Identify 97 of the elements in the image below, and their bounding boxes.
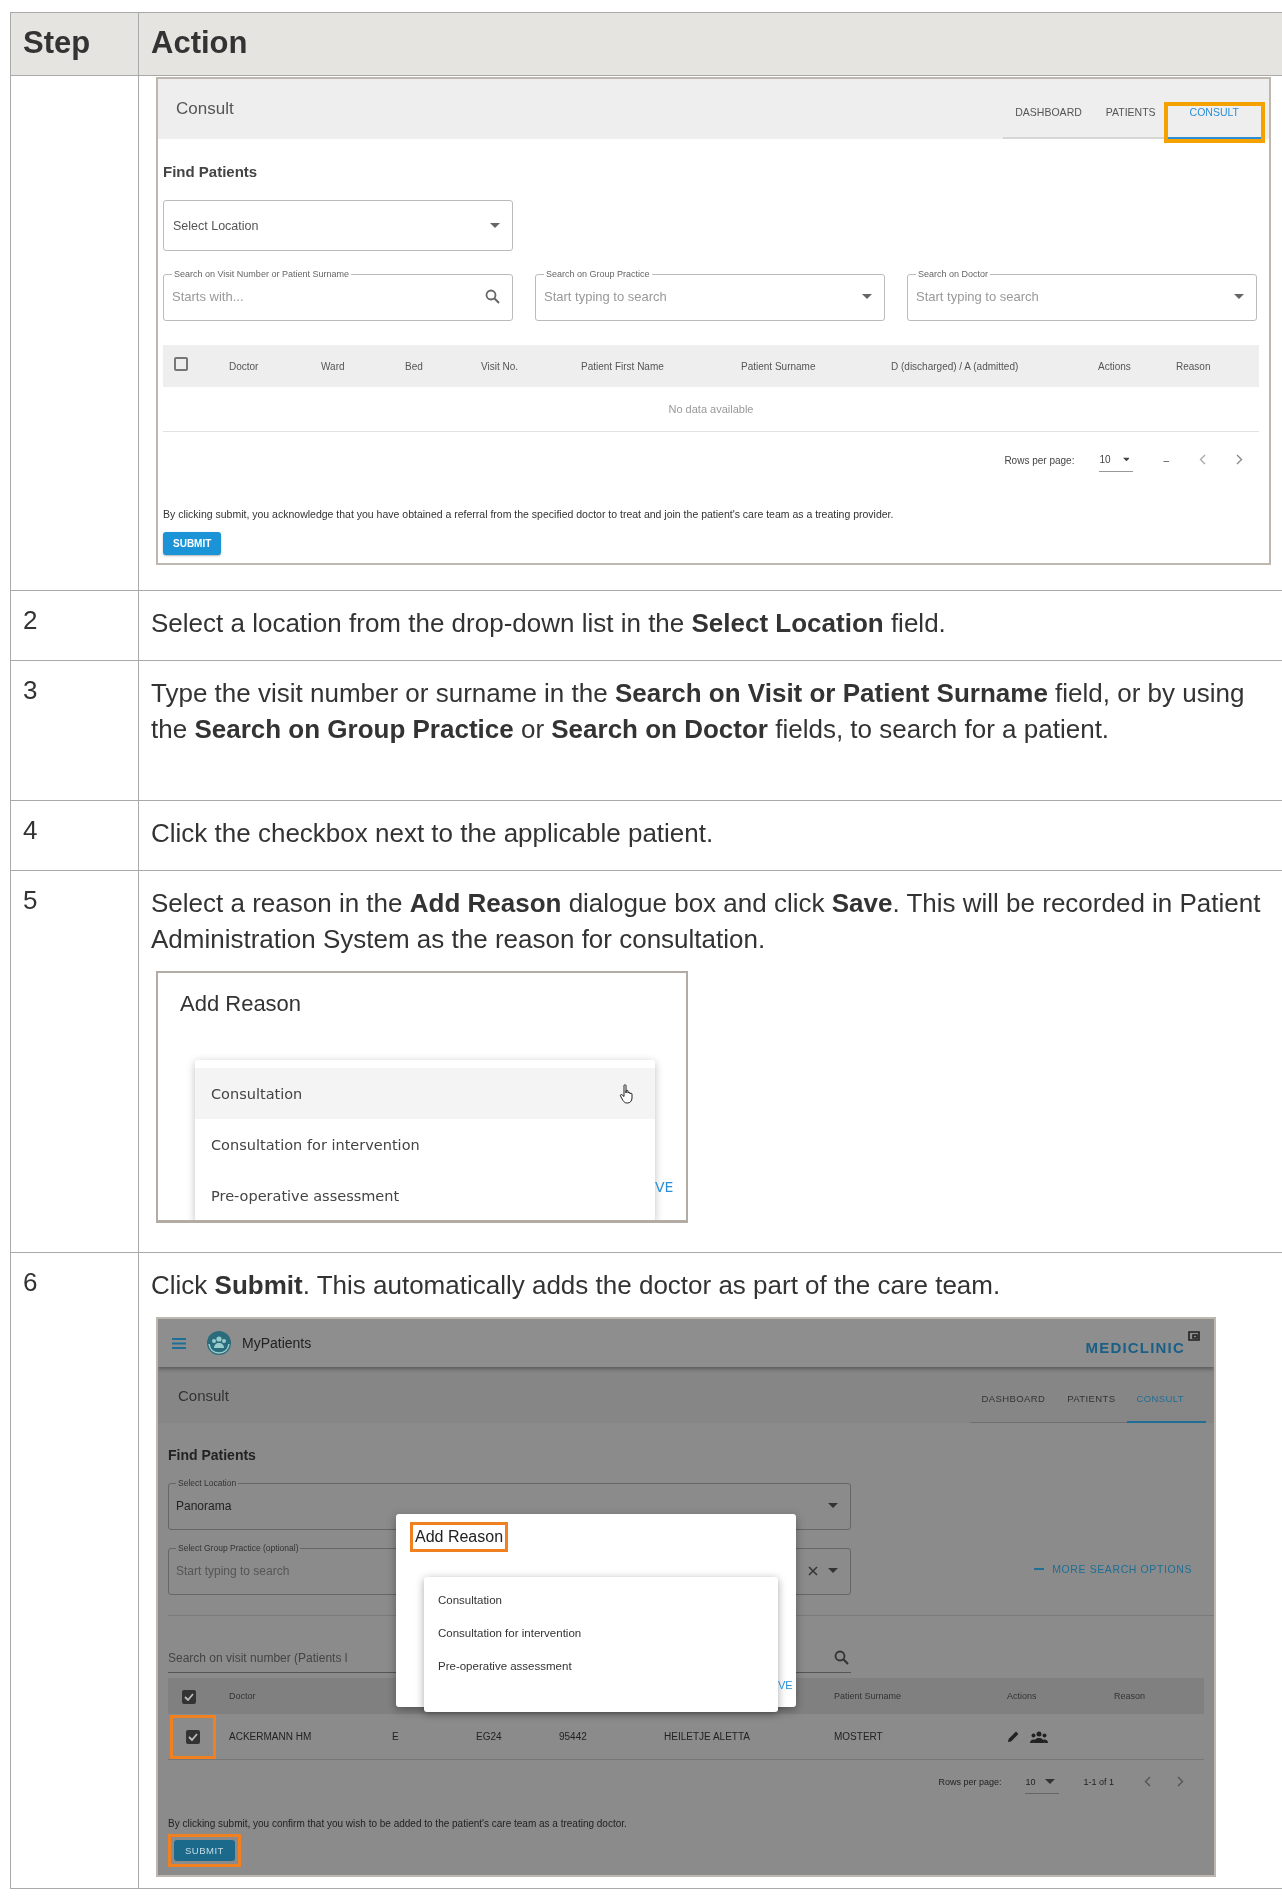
field-label: Search on Visit Number or Patient Surname xyxy=(173,269,350,279)
page-title: Consult xyxy=(176,99,234,119)
dropdown-option[interactable]: Pre-operative assessment xyxy=(424,1649,778,1682)
people-group-icon[interactable] xyxy=(1030,1730,1048,1743)
text-input[interactable]: Start typing to search xyxy=(916,289,1234,304)
caret-icon xyxy=(1045,1779,1056,1784)
nav-tab[interactable]: PATIENTS xyxy=(1093,106,1168,137)
square-logo-icon xyxy=(1188,1330,1200,1341)
disclaimer-text: By clicking submit, you acknowledge that you have obtained a referral from the specified doctor to treat and join the patient's care team as a treating provider. xyxy=(163,508,895,520)
column-header: Patient First Name xyxy=(580,360,665,372)
instruction-text: Click the checkbox next to the applicable patient. xyxy=(151,817,715,850)
rows-per-page-select[interactable]: 10 xyxy=(1025,1770,1060,1794)
table-cell-text: 95442 xyxy=(558,1731,588,1742)
table-cell-text: MOSTERT xyxy=(833,1731,884,1742)
rows-per-page-select[interactable]: 10 xyxy=(1099,448,1134,472)
chevron-left-icon[interactable] xyxy=(1199,453,1206,465)
rows-per-page-label: Rows per page: xyxy=(938,1777,1002,1787)
dropdown-field[interactable]: Search on Doctor Start typing to search xyxy=(907,269,1257,321)
section-heading: Find Patients xyxy=(168,1447,257,1463)
text-input[interactable]: Panorama xyxy=(176,1498,818,1513)
column-header: Reason xyxy=(1113,1691,1147,1701)
dropdown-option[interactable]: Consultation for intervention xyxy=(424,1616,778,1649)
column-header: Ward xyxy=(320,360,346,372)
page-range: 1-1 of 1 xyxy=(1083,1777,1114,1787)
column-header: Doctor xyxy=(228,1691,257,1701)
caret-icon xyxy=(828,1503,838,1508)
checkbox[interactable] xyxy=(182,1690,196,1704)
field-label: Search on Doctor xyxy=(917,269,990,279)
field-label: Select Location xyxy=(177,1478,238,1488)
column-header: D (discharged) / A (admitted) xyxy=(890,360,1020,372)
column-header: Actions xyxy=(1097,360,1132,372)
table-cell-text: EG24 xyxy=(475,1731,503,1742)
column-header: Patient Surname xyxy=(740,360,817,372)
app-name: MyPatients xyxy=(242,1335,312,1351)
column-header: Doctor xyxy=(228,360,260,372)
nav-tab[interactable]: PATIENTS xyxy=(1056,1393,1127,1422)
column-header: Patient Surname xyxy=(833,1691,903,1701)
dropdown-option[interactable]: Consultation xyxy=(424,1583,778,1616)
column-header: Visit No. xyxy=(480,360,520,372)
disclaimer-text: By clicking submit, you confirm that you wish to be added to the patient's care team as a treating doctor. xyxy=(168,1818,628,1829)
chevron-right-icon[interactable] xyxy=(1236,453,1243,465)
step-number: 5 xyxy=(23,885,38,915)
save-button[interactable]: VE xyxy=(655,1179,674,1195)
text-input[interactable]: Starts with... xyxy=(172,289,485,304)
instruction-text: Type the visit number or surname in the Search on Visit or Patient Surname field, or by using the Search on Group Practice or Search on Doctor fields, to search for a patient. xyxy=(151,677,1246,746)
column-header: Bed xyxy=(404,360,424,372)
chevron-right-icon[interactable] xyxy=(1177,1775,1184,1787)
field-label: Select Group Practice (optional) xyxy=(177,1543,300,1553)
brand-logo: MEDICLINIC xyxy=(1085,1338,1185,1356)
step-number: 6 xyxy=(23,1267,38,1297)
caret-icon xyxy=(1234,294,1244,299)
step-number: 4 xyxy=(23,815,38,845)
column-header: Actions xyxy=(1006,1691,1038,1701)
checkbox[interactable] xyxy=(174,357,188,371)
dropdown-option[interactable]: Consultation for intervention xyxy=(195,1119,655,1170)
section-heading: Find Patients xyxy=(163,163,259,180)
page-range: – xyxy=(1163,454,1169,466)
search-icon xyxy=(485,289,500,304)
caret-icon xyxy=(862,294,872,299)
dropdown-option[interactable]: Pre-operative assessment xyxy=(195,1170,655,1220)
column-header: Step xyxy=(11,13,139,76)
save-button[interactable]: VE xyxy=(778,1679,793,1691)
caret-icon xyxy=(490,223,500,228)
table-cell-text: E xyxy=(391,1731,400,1742)
nav-tab[interactable]: DASHBOARD xyxy=(970,1393,1057,1422)
table-cell-text: HEILETJE ALETTA xyxy=(663,1731,751,1742)
nav-tab[interactable]: DASHBOARD xyxy=(1003,106,1094,137)
table-cell-text: ACKERMANN HM xyxy=(228,1731,313,1742)
caret-icon xyxy=(828,1568,838,1573)
submit-button[interactable]: SUBMIT xyxy=(174,1840,235,1861)
step-number: 3 xyxy=(23,675,38,705)
empty-message: No data available xyxy=(668,403,754,415)
field-label: Search on Group Practice xyxy=(545,269,651,279)
dialog-title: Add Reason xyxy=(410,1522,509,1552)
people-logo-icon xyxy=(206,1330,232,1356)
pencil-icon[interactable] xyxy=(1007,1730,1020,1743)
instruction-text: Select a reason in the Add Reason dialogue box and click Save. This will be recorded in Patient Administration System as the reason for consultation. xyxy=(151,887,1262,956)
column-header: Reason xyxy=(1175,360,1212,372)
search-field[interactable]: Search on Visit Number or Patient Surname Starts with... xyxy=(163,269,513,321)
rows-per-page-label: Rows per page: xyxy=(1004,454,1075,466)
column-header: Action xyxy=(139,13,1282,76)
dialog-title: Add Reason xyxy=(180,991,303,1017)
instruction-text: Click Submit. This automatically adds the doctor as part of the care team. xyxy=(151,1269,1002,1302)
location-dropdown[interactable]: Select Location xyxy=(163,200,513,251)
submit-button[interactable]: SUBMIT xyxy=(163,532,222,555)
hand-cursor-icon xyxy=(619,1083,635,1104)
page-title: Consult xyxy=(178,1386,229,1404)
dropdown-field[interactable]: Search on Group Practice Start typing to search xyxy=(535,269,885,321)
clear-icon[interactable] xyxy=(808,1565,818,1576)
dropdown-option[interactable]: Consultation xyxy=(195,1068,655,1119)
chevron-left-icon[interactable] xyxy=(1144,1775,1151,1787)
text-input[interactable]: Start typing to search xyxy=(544,289,862,304)
checkbox[interactable] xyxy=(186,1729,200,1744)
search-icon xyxy=(834,1650,849,1665)
caret-icon xyxy=(1122,457,1130,462)
instruction-text: Select a location from the drop-down list in the Select Location field. xyxy=(151,607,947,640)
step-number: 2 xyxy=(23,605,38,635)
